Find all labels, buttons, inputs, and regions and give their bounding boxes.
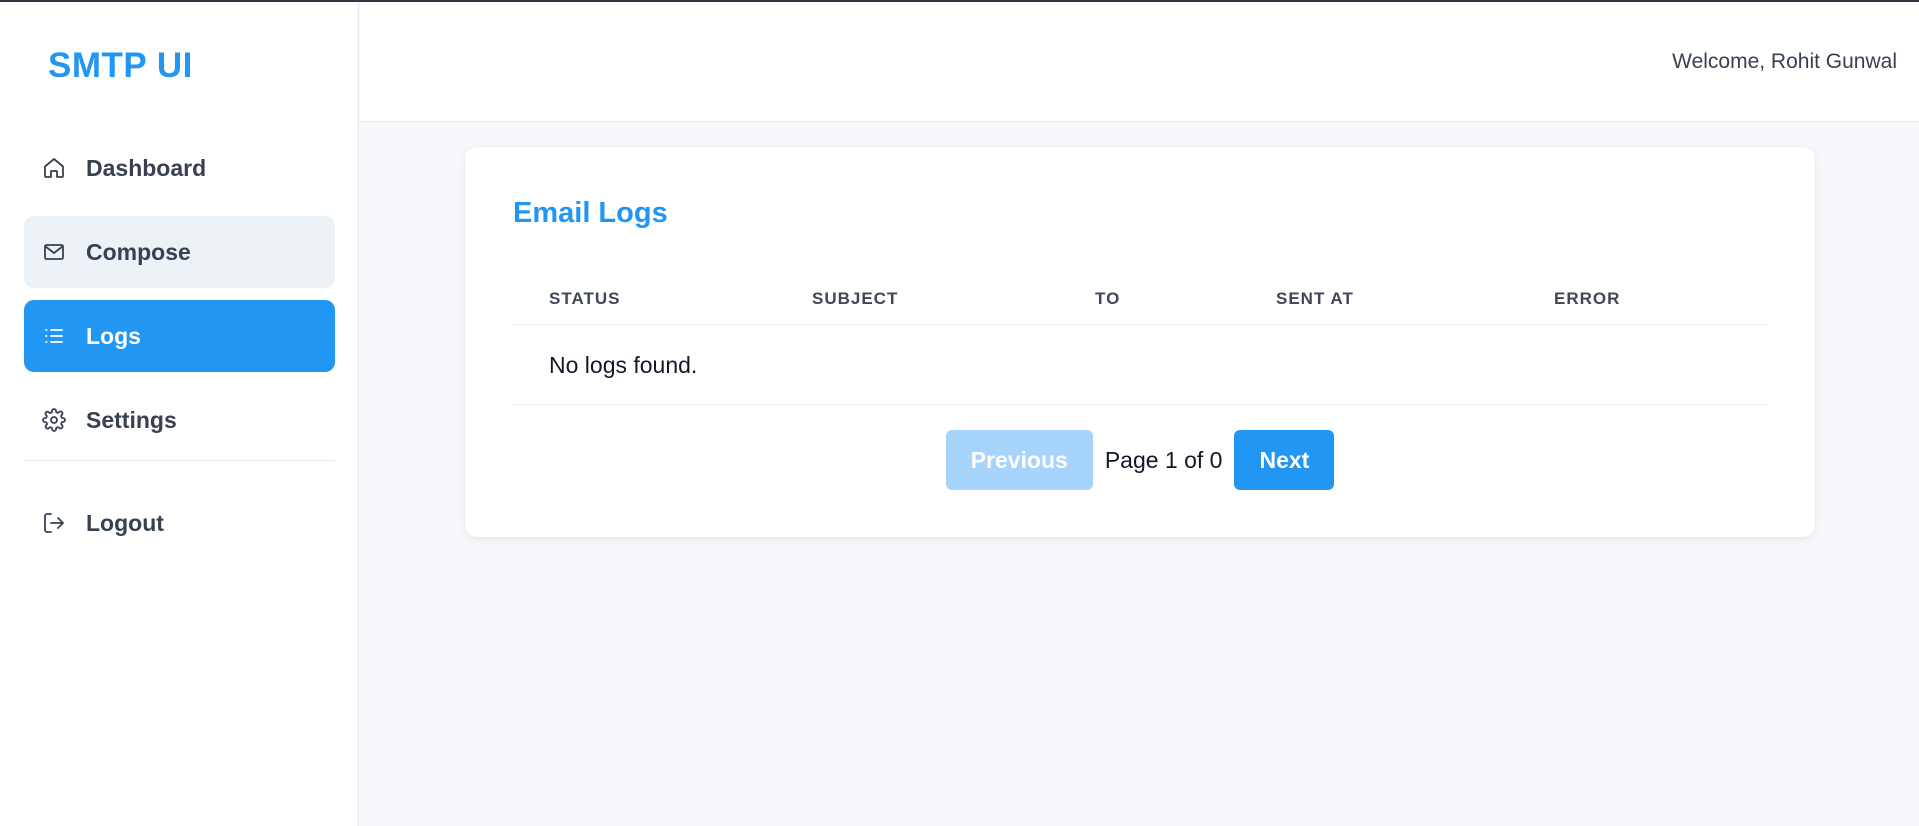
- sidebar-divider: [24, 460, 335, 461]
- column-header-to: TO: [1095, 289, 1121, 308]
- pagination: Previous Page 1 of 0 Next: [465, 430, 1815, 490]
- sidebar-item-compose[interactable]: Compose: [24, 216, 335, 288]
- column-header-sent-at: SENT AT: [1276, 289, 1354, 308]
- sidebar-item-label: Compose: [86, 238, 191, 265]
- sidebar-item-label: Dashboard: [86, 154, 207, 181]
- previous-button[interactable]: Previous: [945, 430, 1093, 490]
- top-header: Welcome, Rohit Gunwal: [360, 2, 1919, 122]
- brand-logo[interactable]: SMTP UI: [48, 46, 193, 86]
- sidebar-item-label: Logs: [86, 322, 141, 349]
- sidebar-nav: Dashboard Compose Logs Settings: [24, 132, 335, 468]
- next-button[interactable]: Next: [1234, 430, 1335, 490]
- logout-icon: [42, 511, 66, 535]
- logout-button[interactable]: Logout: [24, 487, 335, 559]
- email-logs-card: Email Logs STATUS SUBJECT TO SENT AT ERR…: [465, 147, 1815, 537]
- sidebar-item-dashboard[interactable]: Dashboard: [24, 132, 335, 204]
- page-title: Email Logs: [513, 197, 668, 229]
- logs-table: STATUS SUBJECT TO SENT AT ERROR No logs …: [513, 271, 1769, 405]
- column-header-subject: SUBJECT: [812, 289, 899, 308]
- logout-label: Logout: [86, 509, 164, 536]
- gear-icon: [42, 408, 66, 432]
- column-header-status: STATUS: [549, 289, 621, 308]
- sidebar-item-logs[interactable]: Logs: [24, 300, 335, 372]
- sidebar: SMTP UI Dashboard Compose Logs Settings: [0, 2, 359, 826]
- welcome-text: Welcome, Rohit Gunwal: [1672, 50, 1897, 73]
- mail-icon: [42, 240, 66, 264]
- home-icon: [42, 156, 66, 180]
- page-indicator: Page 1 of 0: [1104, 446, 1223, 473]
- list-icon: [42, 324, 66, 348]
- table-row: No logs found.: [513, 325, 1769, 405]
- sidebar-item-settings[interactable]: Settings: [24, 384, 335, 456]
- empty-state-message: No logs found.: [549, 352, 698, 378]
- table-header: STATUS SUBJECT TO SENT AT ERROR: [513, 271, 1769, 325]
- column-header-error: ERROR: [1554, 289, 1621, 308]
- sidebar-item-label: Settings: [86, 406, 177, 433]
